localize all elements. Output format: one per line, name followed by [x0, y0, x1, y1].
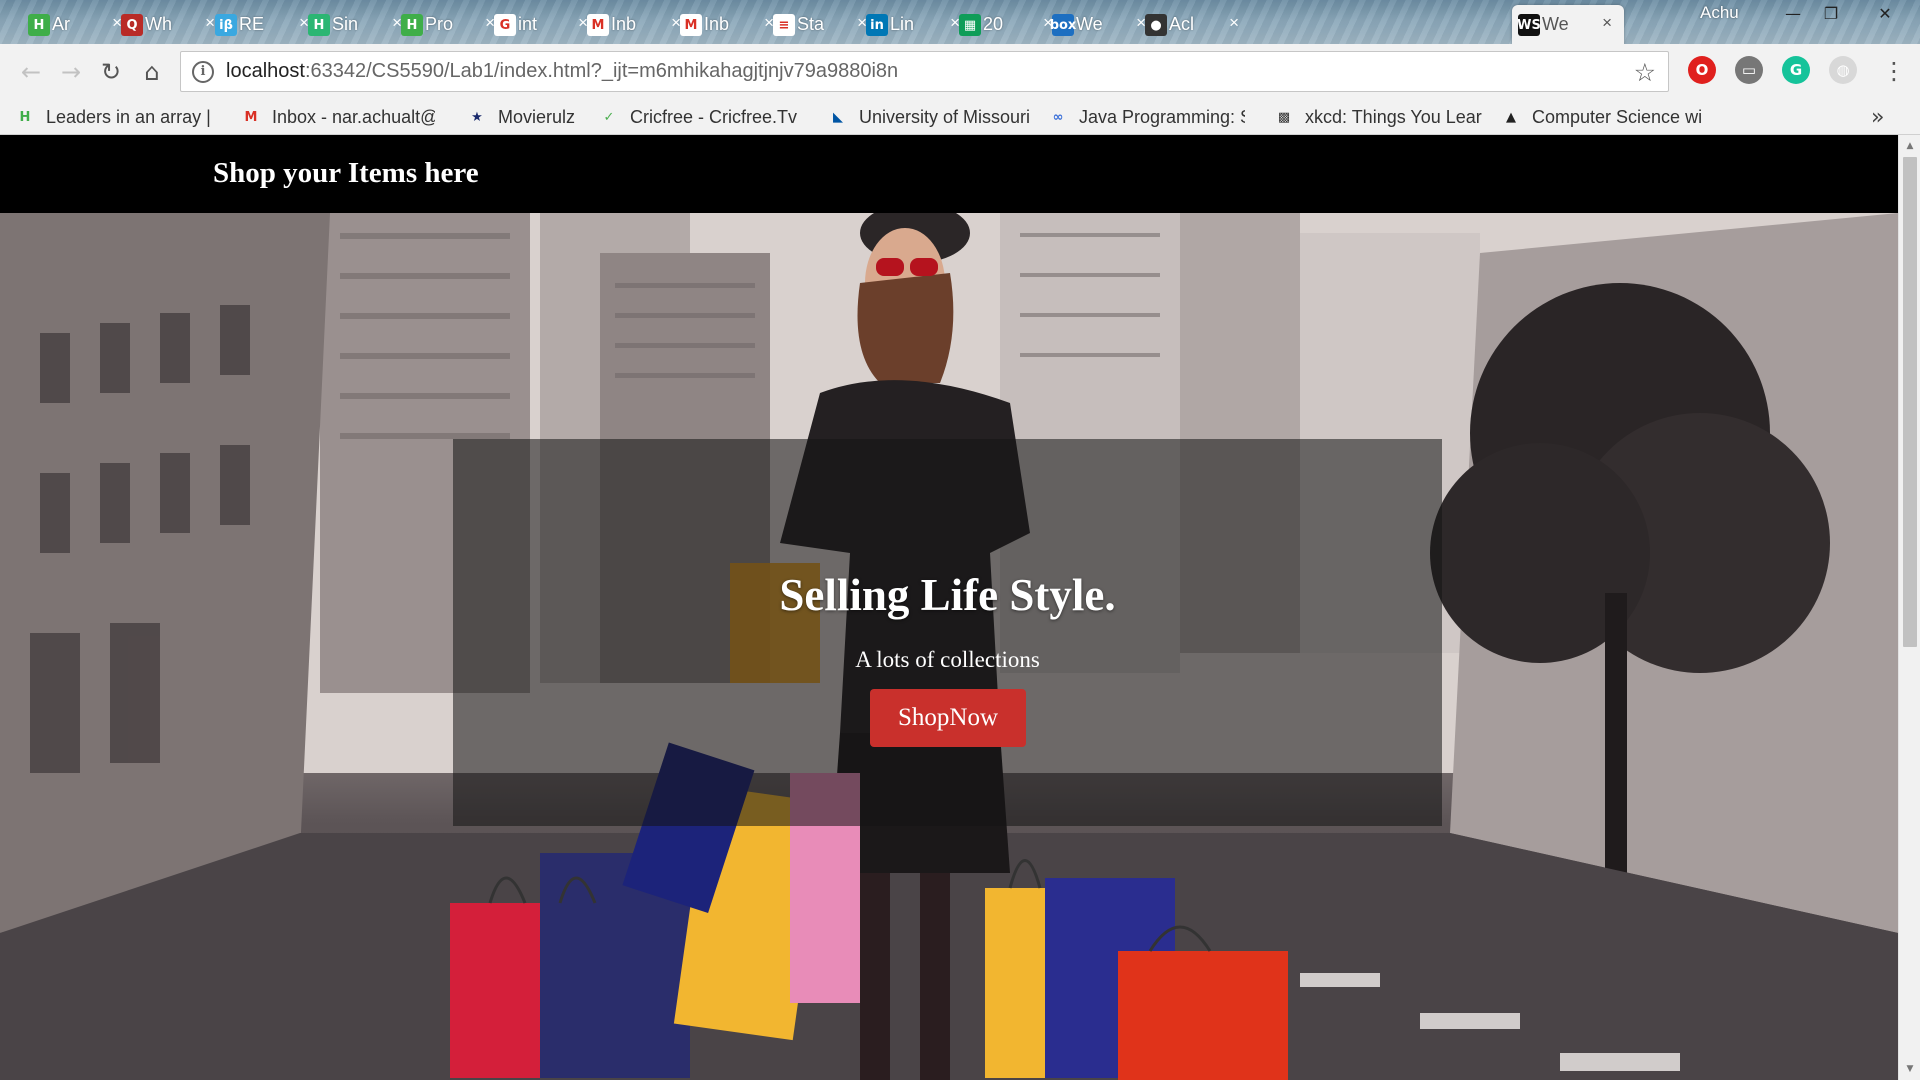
bookmark-label: University of Missouri: [859, 106, 1031, 127]
url-host: localhost: [226, 60, 305, 82]
opera-icon[interactable]: O: [1688, 56, 1716, 84]
gmail-icon: M: [680, 14, 702, 36]
page-scrollbar[interactable]: ▲ ▼: [1898, 135, 1920, 1080]
bookmark-label: Movierulz: [498, 106, 576, 127]
gmail-icon: M: [587, 14, 609, 36]
browser-tab[interactable]: ● Acl ×: [1139, 5, 1251, 44]
reload-button[interactable]: ↻: [96, 57, 126, 87]
arrow-left-icon: ←: [20, 58, 42, 86]
browser-tab-strip: H Ar × Q Wh × iβ RE × H Sin × H Pro × Gint × M Inb × M Inb × ≡ S…: [0, 0, 1920, 44]
forward-button[interactable]: →: [56, 57, 86, 87]
scroll-thumb[interactable]: [1903, 157, 1917, 647]
bookmark-label: xkcd: Things You Lear: [1305, 106, 1482, 127]
extension-icon[interactable]: ◍: [1829, 56, 1857, 84]
hero-overlay: Selling Life Style. A lots of collection…: [453, 439, 1442, 826]
home-button[interactable]: ⌂: [137, 57, 167, 87]
cast-icon[interactable]: ▭: [1735, 56, 1763, 84]
browser-tab[interactable]: WS We ×: [1512, 5, 1624, 44]
stack-icon: ≡: [773, 14, 795, 36]
info-icon[interactable]: i: [192, 60, 214, 83]
gmail-icon: M: [244, 109, 258, 125]
tab-close-icon[interactable]: ×: [1602, 13, 1612, 33]
hero-subheading: A lots of collections: [855, 647, 1040, 672]
tab-title: Sta: [797, 14, 825, 34]
site-header: Shop your Items here: [0, 135, 1898, 213]
minimize-button[interactable]: —: [1774, 0, 1812, 26]
page-viewport: Shop your Items here Selling Life Style.…: [0, 135, 1898, 1080]
url-text[interactable]: localhost:63342/CS5590/Lab1/index.html?_…: [226, 60, 898, 83]
bookmark-item[interactable]: H Leaders in an array | G: [14, 103, 216, 131]
hero-section: Selling Life Style. A lots of collection…: [0, 213, 1898, 1080]
umkc-icon: ◣: [833, 109, 843, 125]
tab-close-icon[interactable]: ×: [1229, 13, 1239, 33]
quora-icon: Q: [121, 14, 143, 36]
bookmark-label: Inbox - nar.achualt@g: [272, 106, 435, 127]
bookmark-item[interactable]: ◣ University of Missouri: [827, 103, 1030, 131]
tab-title: Inb: [611, 14, 637, 34]
grad-cap-icon: ▲: [1506, 109, 1516, 125]
hackerrank-icon: H: [19, 109, 31, 125]
reload-icon: ↻: [100, 58, 122, 86]
java-icon: ∞: [1052, 109, 1064, 125]
site-title: Shop your Items here: [213, 157, 479, 189]
bookmark-star-icon[interactable]: ☆: [1634, 58, 1656, 87]
bookmark-item[interactable]: ∞ Java Programming: S: [1047, 103, 1245, 131]
tab-title: Wh: [145, 14, 172, 34]
google-icon: G: [494, 14, 516, 36]
box-icon: box: [1050, 14, 1076, 36]
hackerrank-icon: H: [28, 14, 50, 36]
bookmark-item[interactable]: ★ Movierulz: [466, 103, 575, 131]
tab-title: Acl: [1169, 14, 1195, 34]
url-path: :63342/CS5590/Lab1/index.html?_ijt=m6mhi…: [304, 60, 899, 82]
bookmarks-overflow-icon[interactable]: »: [1871, 105, 1884, 130]
tab-title: Inb: [704, 14, 730, 34]
github-icon: ●: [1145, 14, 1167, 36]
movierulz-icon: ★: [471, 109, 483, 125]
tab-title: We: [1542, 14, 1569, 34]
sheets-icon: ▦: [959, 14, 981, 36]
tab-title: Sin: [332, 14, 359, 34]
bookmark-item[interactable]: ▲ Computer Science wi: [1500, 103, 1702, 131]
bookmark-label: Computer Science wi: [1532, 106, 1702, 127]
xkcd-icon: ▩: [1277, 109, 1291, 125]
restore-button[interactable]: ❐: [1812, 0, 1850, 26]
hero-heading: Selling Life Style.: [779, 570, 1116, 620]
scroll-down-icon[interactable]: ▼: [1899, 1060, 1920, 1078]
bookmark-label: Cricfree - Cricfree.Tv: [630, 106, 798, 127]
window-close-button[interactable]: ✕: [1862, 0, 1908, 26]
browser-menu-icon[interactable]: ⋮: [1882, 57, 1906, 85]
bookmark-label: Java Programming: S: [1079, 106, 1245, 127]
bookmark-item[interactable]: M Inbox - nar.achualt@g: [240, 103, 435, 131]
back-button[interactable]: ←: [16, 57, 46, 87]
tab-title: 20: [983, 14, 1004, 34]
tab-title: Ar: [52, 14, 70, 34]
bookmark-item[interactable]: ✓ Cricfree - Cricfree.Tv: [598, 103, 797, 131]
home-icon: ⌂: [144, 58, 160, 86]
cricfree-icon: ✓: [603, 109, 615, 125]
bookmarks-bar: H Leaders in an array | G M Inbox - nar.ach…: [0, 99, 1920, 135]
interviewbit-icon: iβ: [215, 14, 237, 36]
hackerrank-icon: H: [401, 14, 423, 36]
tab-title: We: [1076, 14, 1103, 34]
linkedin-icon: in: [866, 14, 888, 36]
address-bar[interactable]: i localhost:63342/CS5590/Lab1/index.html…: [180, 51, 1669, 92]
bookmark-item[interactable]: ▩ xkcd: Things You Lear: [1273, 103, 1482, 131]
webstorm-icon: WS: [1517, 14, 1541, 36]
profile-name[interactable]: Achu: [1700, 3, 1739, 23]
tab-title: Pro: [425, 14, 454, 34]
hackerearth-icon: H: [308, 14, 330, 36]
browser-toolbar: ← → ↻ ⌂ i localhost:63342/CS5590/Lab1/in…: [0, 44, 1920, 99]
arrow-right-icon: →: [60, 58, 82, 86]
shop-now-button[interactable]: ShopNow: [870, 689, 1026, 747]
tab-title: RE: [239, 14, 265, 34]
grammarly-icon[interactable]: G: [1782, 56, 1810, 84]
tab-title: int: [518, 14, 538, 34]
scroll-up-icon[interactable]: ▲: [1899, 137, 1920, 155]
tab-title: Lin: [890, 14, 915, 34]
bookmark-label: Leaders in an array | G: [46, 106, 216, 127]
